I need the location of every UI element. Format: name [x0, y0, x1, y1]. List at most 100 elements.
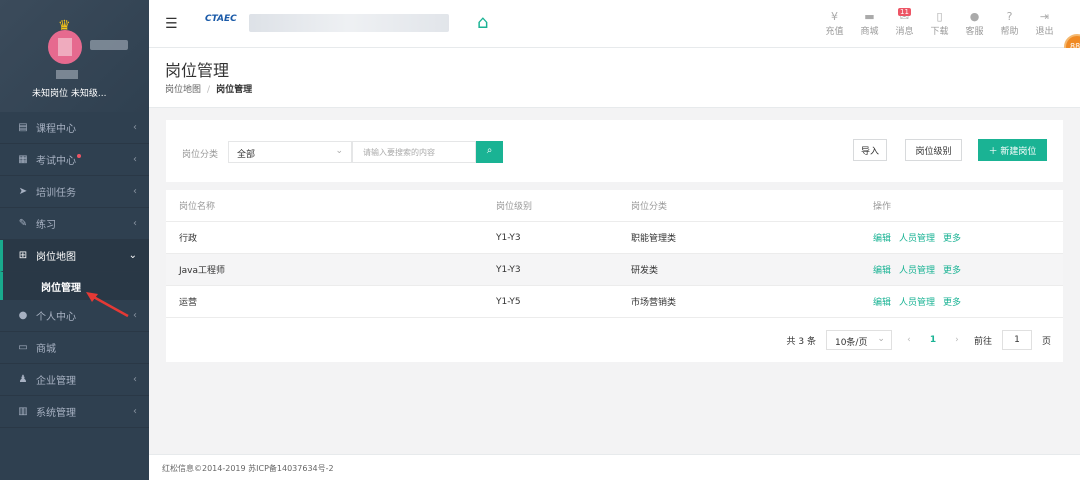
- sidebar-item-training-task[interactable]: ➤ 培训任务 ‹: [0, 176, 149, 208]
- search-input[interactable]: 请输入要搜索的内容: [352, 141, 476, 163]
- tool-label: 客服: [965, 27, 984, 37]
- edit-link[interactable]: 编辑: [873, 295, 891, 308]
- staff-management-link[interactable]: 人员管理: [899, 231, 935, 244]
- home-icon[interactable]: ⌂: [477, 12, 488, 33]
- chevron-down-icon: ⌄: [335, 146, 343, 156]
- search-icon: ⌕: [486, 145, 493, 156]
- position-category: 职能管理类: [631, 234, 677, 244]
- prev-page-icon[interactable]: ‹: [902, 335, 916, 345]
- breadcrumb-separator: /: [207, 85, 211, 95]
- brand-title-blurred: [249, 14, 449, 32]
- sidebar: ♛ 未知岗位 未知级... ▤ 课程中心 ‹ ▦ 考试中心 ‹ ➤ 培训任务 ‹…: [0, 0, 149, 480]
- category-select[interactable]: 全部 ⌄: [228, 141, 352, 163]
- position-name: 运营: [179, 298, 198, 308]
- tool-label: 商城: [860, 27, 879, 37]
- store-icon: ▬: [864, 10, 875, 23]
- goto-page-input[interactable]: 1: [1001, 330, 1032, 350]
- breadcrumb-link[interactable]: 岗位地图: [165, 85, 201, 95]
- position-level: Y1-Y3: [496, 264, 521, 275]
- username-blurred: [90, 40, 128, 50]
- sitemap-icon: ⊞: [18, 250, 28, 261]
- position-table: 岗位名称 岗位级别 岗位分类 操作 行政 Y1-Y3 职能管理类 编辑 人员管理…: [166, 190, 1063, 362]
- mobile-icon: ▯: [936, 10, 943, 23]
- sidebar-item-mall[interactable]: ▭ 商城: [0, 332, 149, 364]
- customer-service-button[interactable]: ● 客服: [961, 10, 988, 37]
- help-icon: ?: [1006, 10, 1013, 23]
- chevron-left-icon: ‹: [133, 122, 137, 133]
- sidebar-item-label: 商城: [36, 344, 56, 355]
- category-filter-label: 岗位分类: [182, 150, 219, 160]
- top-navbar: ☰ CTAEC ⌂ ¥ 充值 ▬ 商城 11 ✉ 消息 ▯ 下载 ● 客服 ? …: [149, 0, 1080, 60]
- brand-logo: CTAEC: [205, 14, 237, 24]
- chevron-left-icon: ‹: [133, 374, 137, 385]
- sidebar-item-position-map[interactable]: ⊞ 岗位地图 ⌄: [0, 240, 149, 272]
- sidebar-item-label: 培训任务: [36, 188, 76, 199]
- new-position-button[interactable]: ＋ 新建岗位: [978, 139, 1047, 161]
- page-size-select[interactable]: 10条/页 ⌄: [825, 330, 892, 350]
- tool-label: 消息: [895, 27, 914, 37]
- sidebar-item-label: 系统管理: [36, 408, 76, 419]
- logout-icon: ⇥: [1039, 10, 1050, 23]
- more-link[interactable]: 更多: [943, 295, 961, 308]
- sidebar-item-label: 个人中心: [36, 312, 76, 323]
- send-icon: ➤: [18, 186, 28, 197]
- row-actions: 编辑 人员管理 更多: [873, 295, 961, 308]
- more-link[interactable]: 更多: [943, 263, 961, 276]
- sidebar-subitem-position-management[interactable]: 岗位管理: [0, 272, 149, 300]
- sidebar-item-label: 企业管理: [36, 376, 76, 387]
- profile-area: ♛ 未知岗位 未知级...: [0, 0, 149, 112]
- staff-management-link[interactable]: 人员管理: [899, 263, 935, 276]
- sidebar-item-label: 考试中心: [36, 156, 76, 167]
- store-button[interactable]: ▬ 商城: [856, 10, 883, 37]
- recharge-button[interactable]: ¥ 充值: [821, 10, 848, 37]
- exam-icon: ▦: [18, 154, 28, 165]
- current-page[interactable]: 1: [926, 335, 940, 345]
- category-select-value: 全部: [237, 150, 256, 160]
- position-level-button[interactable]: 岗位级别: [905, 139, 962, 161]
- recharge-icon: ¥: [831, 10, 838, 23]
- sidebar-item-system-management[interactable]: ▥ 系统管理 ‹: [0, 396, 149, 428]
- message-button[interactable]: 11 ✉ 消息: [891, 8, 918, 37]
- column-header: 岗位级别: [496, 202, 533, 212]
- more-link[interactable]: 更多: [943, 231, 961, 244]
- chevron-left-icon: ‹: [133, 154, 137, 165]
- avatar[interactable]: [48, 30, 82, 64]
- sidebar-item-enterprise-management[interactable]: ♟ 企业管理 ‹: [0, 364, 149, 396]
- users-icon: ♟: [18, 374, 28, 385]
- sidebar-item-practice[interactable]: ✎ 练习 ‹: [0, 208, 149, 240]
- page-size-value: 10条/页: [834, 338, 868, 348]
- staff-management-link[interactable]: 人员管理: [899, 295, 935, 308]
- page-heading: 岗位管理 岗位地图 / 岗位管理: [149, 48, 1080, 108]
- position-name: Java工程师: [179, 266, 226, 276]
- download-button[interactable]: ▯ 下载: [926, 10, 953, 37]
- chevron-left-icon: ‹: [133, 310, 137, 321]
- chevron-left-icon: ‹: [133, 186, 137, 197]
- table-row: 运营 Y1-Y5 市场营销类 编辑 人员管理 更多: [166, 286, 1063, 318]
- hamburger-menu-icon[interactable]: ☰: [165, 16, 178, 32]
- footer: 红松信息©2014-2019 苏ICP备14037634号-2: [149, 454, 1080, 480]
- pagination: 共 3 条 10条/页 ⌄ ‹ 1 › 前往 1 页: [787, 330, 1051, 350]
- chevron-down-icon: ⌄: [128, 250, 137, 261]
- table-row: Java工程师 Y1-Y3 研发类 编辑 人员管理 更多: [166, 254, 1063, 286]
- position-category: 研发类: [631, 266, 659, 276]
- sidebar-item-personal-center[interactable]: ● 个人中心 ‹: [0, 300, 149, 332]
- user-icon: ●: [18, 310, 28, 321]
- help-button[interactable]: ? 帮助: [996, 10, 1023, 37]
- notification-dot: [77, 153, 81, 158]
- chevron-left-icon: ‹: [133, 406, 137, 417]
- sidebar-item-course-center[interactable]: ▤ 课程中心 ‹: [0, 112, 149, 144]
- next-page-icon[interactable]: ›: [950, 335, 964, 345]
- user-info-blurred: [56, 70, 78, 79]
- search-button[interactable]: ⌕: [476, 141, 503, 163]
- system-icon: ▥: [18, 406, 28, 417]
- edit-link[interactable]: 编辑: [873, 263, 891, 276]
- edit-link[interactable]: 编辑: [873, 231, 891, 244]
- sidebar-item-label: 练习: [36, 220, 56, 231]
- breadcrumb: 岗位地图 / 岗位管理: [165, 82, 252, 95]
- sidebar-item-exam-center[interactable]: ▦ 考试中心 ‹: [0, 144, 149, 176]
- import-button[interactable]: 导入: [853, 139, 887, 161]
- tool-label: 下载: [930, 27, 949, 37]
- row-actions: 编辑 人员管理 更多: [873, 263, 961, 276]
- book-icon: ▤: [18, 122, 28, 133]
- logout-button[interactable]: ⇥ 退出: [1031, 10, 1058, 37]
